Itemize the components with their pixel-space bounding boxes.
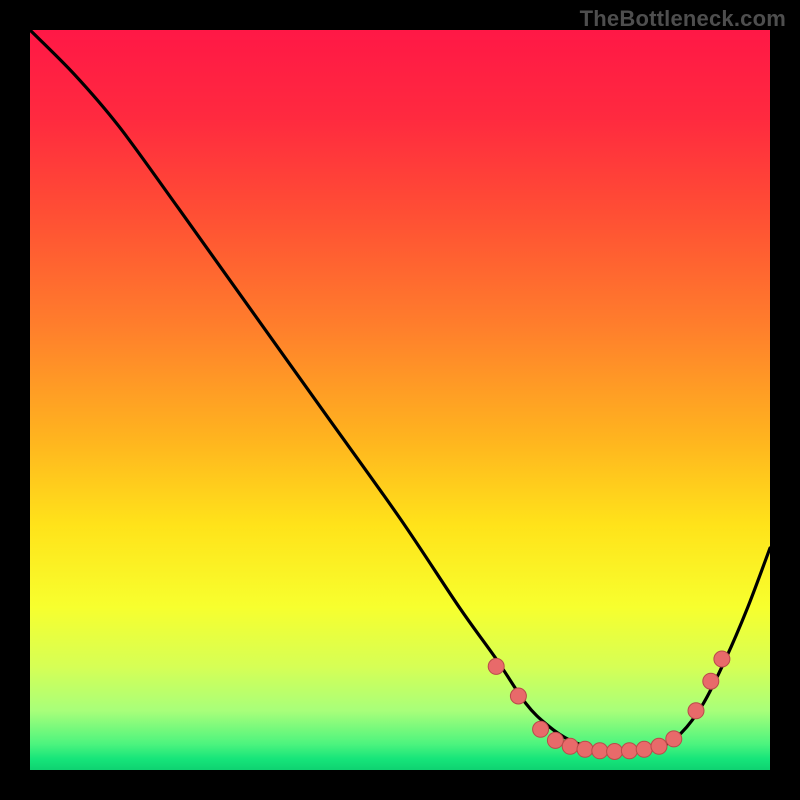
data-point xyxy=(547,732,563,748)
watermark-text: TheBottleneck.com xyxy=(580,6,786,32)
data-point xyxy=(488,658,504,674)
data-point xyxy=(651,738,667,754)
data-point xyxy=(592,743,608,759)
data-point xyxy=(621,743,637,759)
chart-stage: TheBottleneck.com xyxy=(0,0,800,800)
data-point xyxy=(533,721,549,737)
data-point xyxy=(688,703,704,719)
data-point xyxy=(577,741,593,757)
plot-area xyxy=(30,30,770,770)
data-points-layer xyxy=(30,30,770,770)
data-point xyxy=(607,744,623,760)
data-point xyxy=(636,741,652,757)
data-point xyxy=(714,651,730,667)
data-point xyxy=(562,738,578,754)
data-point xyxy=(510,688,526,704)
data-point xyxy=(703,673,719,689)
data-point xyxy=(666,731,682,747)
